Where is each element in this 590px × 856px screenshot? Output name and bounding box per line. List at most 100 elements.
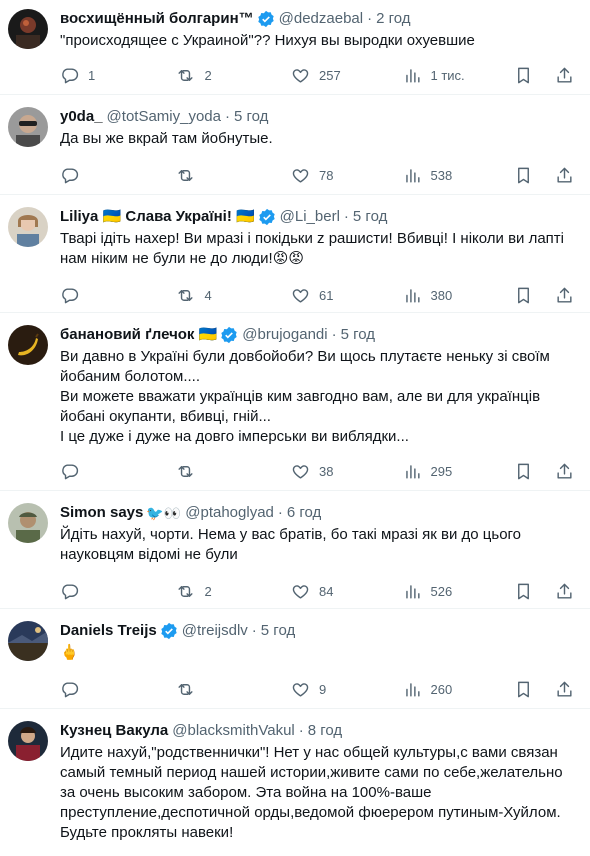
author-handle[interactable]: @brujogandi bbox=[242, 325, 327, 345]
separator-dot: · bbox=[367, 10, 373, 27]
views-button[interactable]: 1 тис. bbox=[403, 66, 515, 85]
bookmark-icon bbox=[514, 66, 533, 85]
timestamp[interactable]: 6 год bbox=[287, 503, 321, 523]
share-icon bbox=[555, 462, 574, 481]
views-icon bbox=[403, 66, 422, 85]
verified-icon bbox=[257, 10, 275, 28]
bookmark-button[interactable] bbox=[514, 66, 533, 85]
author-handle[interactable]: @blacksmithVakul bbox=[172, 721, 295, 741]
separator-dot: · bbox=[225, 108, 230, 125]
reply-tweet[interactable]: Daniels Treijs @treijsdlv · 5 год 🖕 9 26… bbox=[0, 609, 590, 709]
repost-button[interactable]: 4 bbox=[176, 286, 291, 305]
reply-tweet[interactable]: Liliya 🇺🇦 Слава Україні! 🇺🇦 @Li_berl · 5… bbox=[0, 195, 590, 313]
reply-button[interactable]: 1 bbox=[60, 66, 176, 85]
author-handle[interactable]: @ptahoglyad bbox=[185, 503, 274, 523]
views-count: 380 bbox=[430, 287, 453, 303]
share-button[interactable] bbox=[555, 286, 574, 305]
reply-tweet[interactable]: Кузнец Вакула @blacksmithVakul · 8 год И… bbox=[0, 709, 590, 856]
separator-dot: · bbox=[298, 722, 304, 739]
bookmark-icon bbox=[514, 462, 533, 481]
timestamp[interactable]: 8 год bbox=[308, 721, 342, 741]
separator-dot: · bbox=[331, 326, 337, 343]
repost-button[interactable] bbox=[176, 462, 291, 481]
repost-button[interactable]: 2 bbox=[176, 66, 291, 85]
reply-button[interactable] bbox=[60, 582, 176, 601]
reply-button[interactable] bbox=[60, 462, 176, 481]
reply-icon bbox=[60, 462, 79, 481]
like-button[interactable]: 78 bbox=[291, 166, 403, 185]
reply-tweet[interactable]: восхищённый болгарин™ @dedzaebal · 2 год… bbox=[0, 0, 590, 95]
tweet-text: Идите нахуй,"родственнички"! Нет у нас о… bbox=[60, 744, 567, 841]
author-name[interactable]: Simon says bbox=[60, 503, 143, 523]
verified-icon bbox=[220, 326, 238, 344]
repost-button[interactable] bbox=[176, 680, 291, 699]
views-count: 538 bbox=[430, 167, 453, 183]
bookmark-button[interactable] bbox=[514, 286, 533, 305]
action-bar: 78 538 bbox=[60, 155, 574, 195]
author-name[interactable]: Daniels Treijs bbox=[60, 621, 157, 641]
author-handle[interactable]: @dedzaebal bbox=[279, 9, 363, 29]
bookmark-icon bbox=[514, 582, 533, 601]
reply-tweet[interactable]: Simon says 🐦👀 @ptahoglyad · 6 год Йдіть … bbox=[0, 491, 590, 609]
timestamp[interactable]: 5 год bbox=[341, 325, 375, 345]
author-handle[interactable]: @totSamiy_yoda bbox=[107, 107, 221, 127]
bookmark-button[interactable] bbox=[514, 462, 533, 481]
views-button[interactable]: 260 bbox=[403, 680, 515, 699]
views-button[interactable]: 526 bbox=[403, 582, 515, 601]
views-button[interactable]: 538 bbox=[403, 166, 515, 185]
avatar[interactable] bbox=[8, 621, 48, 661]
avatar[interactable] bbox=[8, 9, 48, 49]
like-button[interactable]: 61 bbox=[291, 286, 403, 305]
author-name[interactable]: банановий ґлечок 🇺🇦 bbox=[60, 325, 217, 345]
repost-button[interactable] bbox=[176, 166, 291, 185]
share-button[interactable] bbox=[555, 166, 574, 185]
tweet-text: 🖕 bbox=[60, 644, 79, 661]
share-button[interactable] bbox=[555, 582, 574, 601]
reply-tweet[interactable]: банановий ґлечок 🇺🇦 @brujogandi · 5 год … bbox=[0, 313, 590, 491]
share-button[interactable] bbox=[555, 462, 574, 481]
avatar[interactable] bbox=[8, 721, 48, 761]
bookmark-button[interactable] bbox=[514, 582, 533, 601]
bookmark-button[interactable] bbox=[514, 680, 533, 699]
like-button[interactable]: 38 bbox=[291, 462, 403, 481]
reply-icon bbox=[60, 582, 79, 601]
like-count: 61 bbox=[318, 287, 334, 303]
author-name[interactable]: Кузнец Вакула bbox=[60, 721, 168, 741]
avatar[interactable] bbox=[8, 107, 48, 147]
like-button[interactable]: 84 bbox=[291, 582, 403, 601]
author-handle[interactable]: @treijsdlv bbox=[182, 621, 248, 641]
share-icon bbox=[555, 66, 574, 85]
like-button[interactable]: 257 bbox=[291, 66, 403, 85]
author-name[interactable]: Liliya 🇺🇦 Слава Україні! 🇺🇦 bbox=[60, 207, 255, 227]
reply-icon bbox=[60, 286, 79, 305]
bookmark-button[interactable] bbox=[514, 166, 533, 185]
reply-tweet[interactable]: y0da_ @totSamiy_yoda · 5 год Да вы же вк… bbox=[0, 95, 590, 195]
share-button[interactable] bbox=[555, 680, 574, 699]
reply-button[interactable] bbox=[60, 680, 176, 699]
views-button[interactable]: 380 bbox=[403, 286, 515, 305]
timestamp[interactable]: 5 год bbox=[261, 621, 295, 641]
repost-count: 4 bbox=[204, 287, 212, 303]
author-name[interactable]: восхищённый болгарин™ bbox=[60, 9, 254, 29]
views-icon bbox=[403, 582, 422, 601]
heart-icon bbox=[291, 166, 310, 185]
separator-dot: · bbox=[343, 208, 349, 225]
views-icon bbox=[403, 286, 422, 305]
tweet-text: Ви давно в Україні були довбойоби? Ви що… bbox=[60, 348, 550, 445]
author-name[interactable]: y0da_ bbox=[60, 107, 103, 127]
reply-button[interactable] bbox=[60, 166, 176, 185]
repost-icon bbox=[176, 462, 195, 481]
author-handle[interactable]: @Li_berl bbox=[280, 207, 340, 227]
views-button[interactable]: 295 bbox=[403, 462, 515, 481]
reply-button[interactable] bbox=[60, 286, 176, 305]
timestamp[interactable]: 2 год bbox=[376, 9, 410, 29]
repost-button[interactable]: 2 bbox=[176, 582, 291, 601]
like-button[interactable]: 9 bbox=[291, 680, 403, 699]
avatar[interactable] bbox=[8, 207, 48, 247]
avatar[interactable] bbox=[8, 503, 48, 543]
timestamp[interactable]: 5 год bbox=[353, 207, 387, 227]
share-icon bbox=[555, 166, 574, 185]
avatar[interactable] bbox=[8, 325, 48, 365]
share-button[interactable] bbox=[555, 66, 574, 85]
timestamp[interactable]: 5 год bbox=[234, 107, 268, 127]
